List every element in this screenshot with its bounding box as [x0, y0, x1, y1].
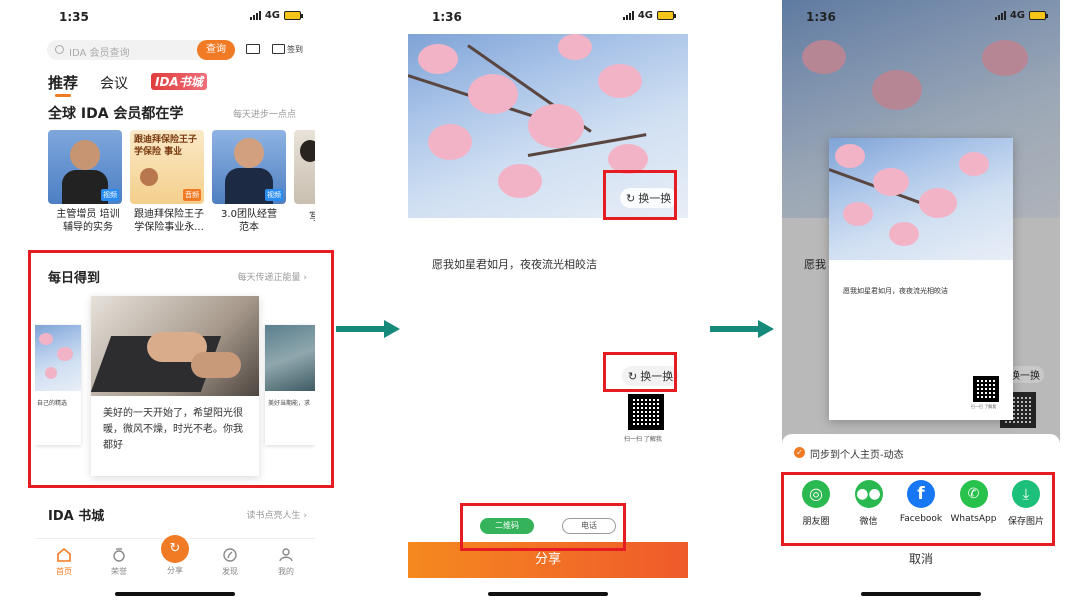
flow-arrow-icon — [336, 320, 400, 338]
highlight-swap-image — [603, 170, 677, 220]
signal-icon — [249, 11, 261, 20]
nav-mine[interactable]: 我的 — [273, 547, 299, 577]
course-title: 写 — [309, 212, 315, 223]
course-card[interactable]: 视频 — [48, 130, 122, 204]
mail-icon[interactable] — [246, 44, 260, 54]
signin-label[interactable]: 签到 — [287, 44, 303, 55]
nav-home[interactable]: 首页 — [51, 547, 77, 577]
qr-code — [628, 394, 664, 430]
battery-icon — [1029, 11, 1048, 20]
course-card[interactable]: 跟迪拜保险王子 学保险 事业 音频 — [130, 130, 204, 204]
bottom-nav: 首页 荣誉 ↻ 分享 发现 我的 — [35, 535, 315, 584]
person-avatar — [234, 138, 264, 168]
network-label: 4G — [637, 10, 653, 21]
course-card[interactable]: 视频 — [212, 130, 286, 204]
card-quote: 愿我如星君如月，夜夜流光相皎洁 — [843, 287, 948, 295]
highlight-daily — [28, 250, 334, 488]
person-icon — [279, 548, 293, 562]
section-title-bookstore: IDA 书城 — [48, 509, 105, 524]
status-time: 1:35 — [59, 10, 89, 24]
status-bar: 1:36 4G — [782, 0, 1060, 30]
highlight-options — [460, 503, 626, 551]
person-avatar — [140, 168, 158, 186]
medal-icon — [113, 548, 125, 562]
search-input[interactable]: IDA 会员查询 — [69, 44, 130, 59]
section-more-bookstore[interactable]: 读书点亮人生 › — [247, 508, 307, 521]
blossom-image — [829, 138, 1013, 260]
home-indicator — [488, 592, 608, 596]
status-bar: 1:35 4G — [35, 0, 315, 30]
section-title-global: 全球 IDA 会员都在学 — [48, 106, 184, 122]
highlight-share-targets — [781, 472, 1055, 546]
battery-icon — [284, 11, 303, 20]
nav-honor[interactable]: 荣誉 — [106, 547, 132, 577]
course-title: 跟迪拜保险王子 学保险事业永... — [134, 209, 204, 233]
sync-label: 同步到个人主页-动态 — [810, 450, 904, 461]
qr-caption: 扫一扫 了解我 — [624, 436, 662, 443]
check-icon[interactable]: ✓ — [794, 447, 805, 458]
nav-discover[interactable]: 发现 — [217, 547, 243, 577]
cancel-button[interactable]: 取消 — [782, 550, 1060, 567]
search-bar[interactable]: IDA 会员查询 查询 — [47, 40, 235, 60]
card-qr-code — [973, 376, 999, 402]
quote-text: 愿我如星君如月，夜夜流光相皎洁 — [432, 258, 597, 271]
status-time: 1:36 — [806, 10, 836, 24]
highlight-swap-quote — [603, 352, 677, 392]
signin-icon[interactable] — [272, 44, 285, 54]
video-badge: 视频 — [101, 189, 119, 201]
nav-share[interactable]: ↻ 分享 — [159, 535, 191, 576]
section-more-global[interactable]: 每天进步一点点 — [233, 107, 296, 120]
tab-meeting[interactable]: 会议 — [100, 73, 128, 93]
home-icon — [57, 547, 71, 562]
compass-icon — [223, 548, 237, 562]
tab-bookstore[interactable]: IDA书城 — [151, 73, 207, 90]
status-time: 1:36 — [432, 10, 462, 24]
tab-recommend[interactable]: 推荐 — [48, 72, 78, 93]
tab-indicator — [55, 94, 71, 97]
person-avatar — [70, 140, 100, 170]
share-preview-card: 愿我如星君如月，夜夜流光相皎洁 扫一扫 了解我 — [829, 138, 1013, 420]
home-indicator — [115, 592, 235, 596]
battery-icon — [657, 11, 676, 20]
search-button[interactable]: 查询 — [197, 40, 235, 60]
status-bar: 1:36 4G — [408, 0, 688, 30]
search-icon — [55, 45, 64, 54]
home-indicator — [861, 592, 981, 596]
signal-icon — [994, 11, 1006, 20]
course-card[interactable] — [294, 130, 315, 204]
network-label: 4G — [264, 10, 280, 21]
share-fab-icon: ↻ — [161, 535, 189, 563]
course-title: 3.0团队经营 范本 — [221, 209, 277, 233]
course-title: 主管增员 培训 辅导的实务 — [56, 209, 120, 233]
video-badge: 视频 — [265, 189, 283, 201]
flow-arrow-icon — [710, 320, 774, 338]
audio-badge: 音频 — [183, 189, 201, 201]
network-label: 4G — [1009, 10, 1025, 21]
signal-icon — [622, 11, 634, 20]
